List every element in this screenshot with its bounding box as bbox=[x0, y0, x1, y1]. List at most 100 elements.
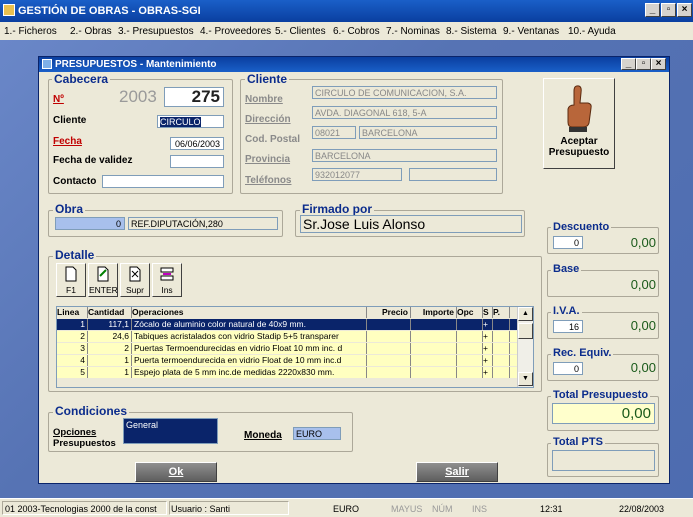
cell-operacion: Zócalo de aluminio color natural de 40x9… bbox=[132, 319, 367, 330]
cell-linea: 5 bbox=[57, 367, 88, 378]
status-date: 22/08/2003 bbox=[619, 504, 665, 514]
provincia-field[interactable]: BARCELONA bbox=[312, 149, 497, 162]
ciudad-field[interactable]: BARCELONA bbox=[359, 126, 497, 139]
iva-pct-field[interactable]: 16 bbox=[553, 320, 583, 333]
condiciones-label: Condiciones bbox=[53, 404, 130, 418]
menu-proveedores[interactable]: 4.- Proveedores bbox=[200, 26, 271, 37]
contacto-label: Contacto bbox=[53, 176, 97, 187]
col-cantidad[interactable]: Cantidad bbox=[88, 307, 132, 318]
table-scrollbar[interactable]: ▲ ▼ bbox=[517, 307, 533, 387]
moneda-field[interactable]: EURO bbox=[293, 427, 341, 440]
cell-precio bbox=[367, 343, 411, 354]
window-minimize-button[interactable]: _ bbox=[621, 58, 636, 70]
telefono1-field[interactable]: 932012077 bbox=[312, 168, 402, 181]
cabecera-label: Cabecera bbox=[52, 72, 111, 86]
obra-code-field[interactable]: 0 bbox=[55, 217, 125, 230]
menu-sistema[interactable]: 8.- Sistema bbox=[446, 26, 497, 37]
ok-button[interactable]: Ok bbox=[135, 462, 217, 482]
obra-name-field[interactable]: REF.DIPUTACIÓN,280 bbox=[128, 217, 278, 230]
scroll-up-icon[interactable]: ▲ bbox=[518, 307, 533, 321]
cliente-field[interactable]: CIRCULO bbox=[157, 115, 224, 128]
nombre-label: Nombre bbox=[245, 94, 283, 105]
window-close-button[interactable]: × bbox=[651, 58, 666, 70]
table-row[interactable]: 5 1 Espejo plata de 5 mm inc.de medidas … bbox=[57, 367, 517, 378]
salir-button[interactable]: Salir bbox=[416, 462, 498, 482]
cell-opc bbox=[457, 319, 483, 330]
direccion-field[interactable]: AVDA. DIAGONAL 618, 5-A bbox=[312, 106, 497, 119]
status-company: 01 2003-Tecnologias 2000 de la const bbox=[5, 504, 157, 514]
cell-cantidad: 1 bbox=[88, 355, 132, 366]
menu-nominas[interactable]: 7.- Nominas bbox=[386, 26, 440, 37]
scroll-down-icon[interactable]: ▼ bbox=[518, 372, 533, 386]
close-button[interactable]: × bbox=[677, 3, 692, 17]
menu-obras[interactable]: 2.- Obras bbox=[70, 26, 112, 37]
nueva-linea-button[interactable]: F1 bbox=[56, 263, 86, 297]
cell-s: + bbox=[483, 343, 493, 354]
insert-icon bbox=[160, 267, 174, 281]
col-linea[interactable]: Linea bbox=[57, 307, 88, 318]
insertar-linea-button[interactable]: Ins bbox=[152, 263, 182, 297]
firmado-field[interactable]: Sr.Jose Luis Alonso bbox=[300, 215, 522, 233]
aceptar-presupuesto-button[interactable]: Aceptar Presupuesto bbox=[543, 78, 615, 169]
opciones-field[interactable]: General bbox=[123, 418, 218, 444]
f1-label: F1 bbox=[66, 285, 76, 295]
total-presupuesto-field: 0,00 bbox=[552, 403, 655, 424]
presupuestos-label: Presupuestos bbox=[53, 438, 116, 449]
rec-pct-field[interactable]: 0 bbox=[553, 362, 583, 375]
cell-linea: 3 bbox=[57, 343, 88, 354]
borrar-linea-button[interactable]: Supr bbox=[120, 263, 150, 297]
ok-label: Ok bbox=[168, 466, 184, 478]
cell-s: + bbox=[483, 355, 493, 366]
minimize-button[interactable]: _ bbox=[645, 3, 660, 17]
col-operaciones[interactable]: Operaciones bbox=[132, 307, 367, 318]
menu-presupuestos[interactable]: 3.- Presupuestos bbox=[118, 26, 194, 37]
base-label: Base bbox=[551, 263, 582, 275]
cell-opc bbox=[457, 343, 483, 354]
status-currency: EURO bbox=[333, 504, 360, 514]
presupuestos-window: PRESUPUESTOS - Mantenimiento _ ▫ × Cabec… bbox=[38, 56, 670, 484]
window-titlebar: PRESUPUESTOS - Mantenimiento _ ▫ × bbox=[39, 57, 669, 72]
cell-precio bbox=[367, 319, 411, 330]
col-p[interactable]: P. bbox=[493, 307, 510, 318]
fecha-field[interactable]: 06/06/2003 bbox=[170, 137, 224, 150]
table-row[interactable]: 3 2 Puertas Termoendurecidas en vidrio F… bbox=[57, 343, 517, 354]
col-precio[interactable]: Precio bbox=[367, 307, 411, 318]
scroll-thumb[interactable] bbox=[518, 323, 533, 339]
supr-label: Supr bbox=[126, 285, 144, 295]
new-doc-icon bbox=[65, 266, 77, 282]
app-icon bbox=[3, 4, 15, 16]
menu-cobros[interactable]: 6.- Cobros bbox=[333, 26, 380, 37]
table-row[interactable]: 4 1 Puerta termoendurecida en vidrio Flo… bbox=[57, 355, 517, 366]
detalle-table: Linea Cantidad Operaciones Precio Import… bbox=[56, 306, 534, 388]
table-row[interactable]: 1 117,1 Zócalo de aluminio color natural… bbox=[57, 319, 517, 330]
menu-ventanas[interactable]: 9.- Ventanas bbox=[503, 26, 559, 37]
numero-field[interactable]: 275 bbox=[164, 87, 224, 107]
contacto-field[interactable] bbox=[102, 175, 224, 188]
cell-importe bbox=[411, 355, 457, 366]
cell-s: + bbox=[483, 319, 493, 330]
cell-cantidad: 1 bbox=[88, 367, 132, 378]
cell-p bbox=[493, 331, 510, 342]
telefono2-field[interactable] bbox=[409, 168, 497, 181]
nombre-field[interactable]: CIRCULO DE COMUNICACION, S.A. bbox=[312, 86, 497, 99]
app-titlebar: GESTIÓN DE OBRAS - OBRAS-SGI _ ▫ × bbox=[0, 0, 693, 22]
maximize-button[interactable]: ▫ bbox=[661, 3, 676, 17]
col-importe[interactable]: Importe bbox=[411, 307, 457, 318]
table-row[interactable]: 2 24,6 Tabiques acristalados con vidrio … bbox=[57, 331, 517, 342]
menu-ficheros[interactable]: 1.- Ficheros bbox=[4, 26, 57, 37]
window-maximize-button[interactable]: ▫ bbox=[636, 58, 651, 70]
col-s[interactable]: S bbox=[483, 307, 493, 318]
validez-field[interactable] bbox=[170, 155, 224, 168]
moneda-label: Moneda bbox=[244, 430, 282, 441]
numero-label: Nº bbox=[53, 94, 64, 105]
cp-label: Cod. Postal bbox=[245, 134, 301, 145]
cp-field[interactable]: 08021 bbox=[312, 126, 356, 139]
descuento-pct-field[interactable]: 0 bbox=[553, 236, 583, 249]
editar-linea-button[interactable]: ENTER bbox=[88, 263, 118, 297]
menu-ayuda[interactable]: 10.- Ayuda bbox=[568, 26, 616, 37]
menu-clientes[interactable]: 5.- Clientes bbox=[275, 26, 326, 37]
col-opc[interactable]: Opc bbox=[457, 307, 483, 318]
cliente-value: CIRCULO bbox=[160, 117, 201, 127]
salir-label: Salir bbox=[445, 466, 469, 478]
enter-label: ENTER bbox=[89, 285, 118, 295]
